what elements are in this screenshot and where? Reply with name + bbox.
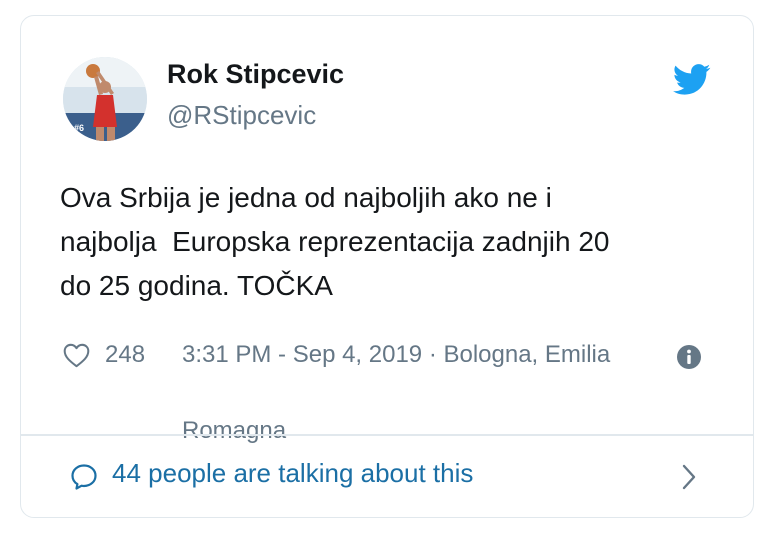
info-icon[interactable] xyxy=(676,344,702,370)
tweet-line: do 25 godina. TOČKA xyxy=(60,270,333,301)
tweet-meta: 248 3:31 PM - Sep 4, 2019 · Bologna, Emi… xyxy=(60,336,720,444)
conversation-link[interactable]: 44 people are talking about this xyxy=(21,436,753,518)
like-count[interactable]: 248 xyxy=(105,336,145,374)
tweet-line: najbolja Europska reprezentacija zadnjih… xyxy=(60,226,610,257)
basketball-player-photo: #6 xyxy=(63,57,147,141)
timestamp-location[interactable]: 3:31 PM - Sep 4, 2019 · Bologna, Emilia xyxy=(182,336,610,374)
speech-bubble-icon xyxy=(71,464,97,490)
twitter-bird-icon[interactable] xyxy=(673,63,711,97)
tweet-line: Ova Srbija je jedna od najboljih ako ne … xyxy=(60,182,552,213)
tweet-text: Ova Srbija je jedna od najboljih ako ne … xyxy=(60,176,740,308)
tweet-card[interactable]: #6 Rok Stipcevic @RStipcevic Ova Srbija … xyxy=(20,15,754,518)
user-handle[interactable]: @RStipcevic xyxy=(167,100,316,131)
talking-count-link[interactable]: 44 people are talking about this xyxy=(112,458,473,489)
avatar[interactable]: #6 xyxy=(63,57,147,141)
user-name[interactable]: Rok Stipcevic xyxy=(167,59,344,90)
chevron-right-icon[interactable] xyxy=(681,463,697,491)
heart-outline-icon[interactable] xyxy=(63,343,90,368)
svg-text:#6: #6 xyxy=(74,123,84,133)
